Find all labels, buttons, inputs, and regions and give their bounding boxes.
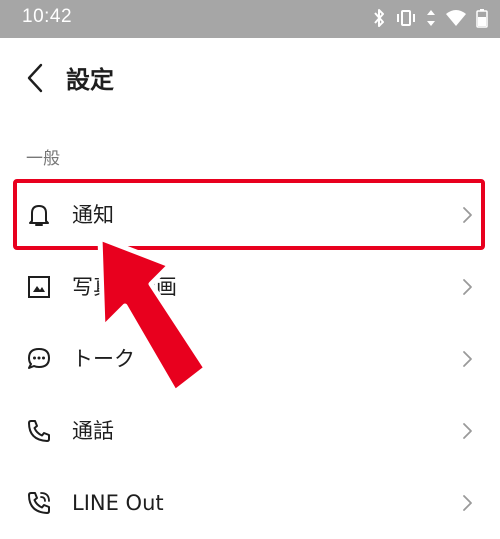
page-title: 設定 (66, 66, 114, 94)
bluetooth-icon (374, 9, 384, 27)
settings-item-photos-videos[interactable]: 写真と動画 (0, 251, 500, 323)
phone-out-icon (28, 492, 50, 514)
battery-icon (476, 9, 488, 28)
settings-item-label: 通話 (72, 419, 114, 443)
wifi-icon (446, 10, 466, 26)
status-icons (372, 7, 488, 29)
status-bar: 10:42 (0, 0, 500, 38)
phone-icon (28, 420, 50, 442)
header: 設定 (0, 38, 500, 114)
status-time: 10:42 (22, 6, 73, 27)
section-label-general: 一般 (26, 149, 60, 169)
settings-item-calls[interactable]: 通話 (0, 395, 500, 467)
settings-item-chats[interactable]: トーク (0, 323, 500, 395)
back-button[interactable] (24, 62, 48, 94)
settings-item-label: トーク (72, 347, 135, 371)
bell-icon (29, 205, 49, 226)
photo-icon (28, 276, 50, 298)
chevron-right-icon (463, 279, 472, 295)
settings-item-line-out[interactable]: LINE Out (0, 467, 500, 539)
chevron-right-icon (463, 423, 472, 439)
chevron-left-icon (27, 63, 43, 93)
vibrate-icon (397, 10, 415, 26)
settings-item-label: 写真と動画 (72, 275, 177, 299)
settings-item-notifications[interactable]: 通知 (0, 179, 500, 251)
chat-bubble-icon (28, 348, 50, 369)
settings-item-label: LINE Out (72, 491, 164, 515)
chevron-right-icon (463, 207, 472, 223)
settings-item-label: 通知 (72, 203, 114, 227)
chevron-right-icon (463, 495, 472, 511)
chevron-right-icon (463, 351, 472, 367)
data-arrows-icon (427, 10, 435, 26)
